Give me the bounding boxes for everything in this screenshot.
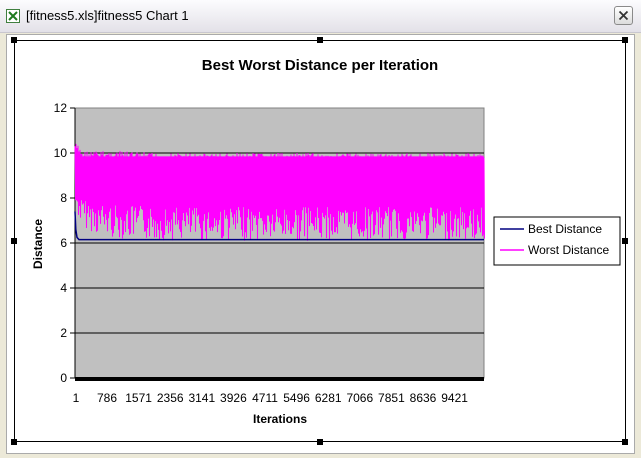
x-tick-label: 4711	[252, 391, 278, 405]
x-tick-label: 8636	[410, 391, 437, 405]
legend-label: Best Distance	[528, 222, 602, 236]
chart: Best Worst Distance per Iteration 0 2 4 6 8 10…	[31, 57, 621, 426]
legend-label: Worst Distance	[528, 243, 609, 257]
y-tick-label: 0	[60, 371, 67, 385]
x-tick-label: 786	[97, 391, 117, 405]
chart-title: Best Worst Distance per Iteration	[202, 57, 438, 74]
y-tick-label: 2	[60, 326, 67, 340]
x-tick-label: 5496	[283, 391, 310, 405]
excel-icon	[6, 9, 20, 23]
x-tick-label: 2356	[157, 391, 184, 405]
x-tick-label: 1	[73, 391, 80, 405]
x-tick-label: 7851	[378, 391, 405, 405]
y-tick-label: 6	[60, 236, 67, 250]
x-tick-label: 9421	[441, 391, 468, 405]
y-tick-label: 12	[54, 101, 68, 115]
y-tick-label: 10	[54, 146, 68, 160]
series-worst-distance-fill	[75, 156, 484, 201]
y-tick-label: 4	[60, 281, 67, 295]
close-icon	[618, 10, 629, 21]
x-tick-label: 7066	[346, 391, 373, 405]
y-axis-label: Distance	[31, 219, 45, 269]
window-title: [fitness5.xls]fitness5 Chart 1	[26, 8, 189, 23]
x-tick-label: 1571	[125, 391, 152, 405]
close-button[interactable]	[614, 6, 633, 25]
title-bar: [fitness5.xls]fitness5 Chart 1	[0, 0, 641, 33]
x-tick-label: 3926	[220, 391, 247, 405]
x-tick-label: 3141	[188, 391, 215, 405]
y-tick-label: 8	[60, 191, 67, 205]
x-tick-label: 6281	[315, 391, 342, 405]
x-axis-label: Iterations	[253, 412, 307, 426]
